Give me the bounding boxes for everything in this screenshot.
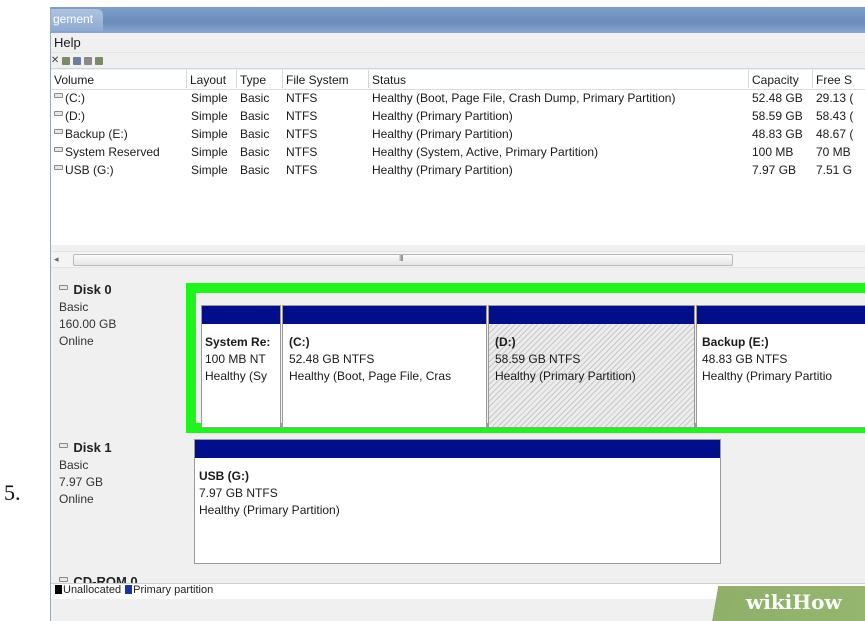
disk-graphical-view: Disk 0 Basic 160.00 GB Online System Re:… [51,269,865,599]
partition-bar [283,306,486,324]
highlight-frame: System Re: 100 MB NT Healthy (Sy (C:) 52… [186,283,865,433]
disk-1-label[interactable]: Disk 1 Basic 7.97 GB Online [59,439,112,508]
table-row[interactable]: (C:) Simple Basic NTFS Healthy (Boot, Pa… [51,90,865,108]
disk-icon [59,285,68,290]
column-header-status[interactable]: Status [369,70,749,88]
menu-help[interactable]: Help [54,35,81,50]
window-title: gement [51,9,104,31]
menu-bar: Help [51,33,865,53]
table-row[interactable]: Backup (E:) Simple Basic NTFS Healthy (P… [51,126,865,144]
partition-system-reserved[interactable]: System Re: 100 MB NT Healthy (Sy [201,305,281,428]
column-header-type[interactable]: Type [237,70,283,88]
scrollbar-thumb[interactable]: III [73,254,733,266]
legend-primary-partition: Primary partition [133,584,214,596]
refresh-icon[interactable] [95,56,103,65]
partition-bar [195,440,720,458]
partition-backup-e[interactable]: Backup (E:) 48.83 GB NTFS Healthy (Prima… [696,305,865,428]
disk-management-window: gement Help ✕ Volume Layout Type File Sy… [50,7,865,621]
column-header-file-system[interactable]: File System [283,70,369,88]
column-header-capacity[interactable]: Capacity [749,70,813,88]
connect-icon[interactable] [84,56,92,65]
partition-bar [697,306,865,324]
partition-d[interactable]: (D:) 58.59 GB NTFS Healthy (Primary Part… [488,305,695,428]
partition-usb-g[interactable]: USB (G:) 7.97 GB NTFS Healthy (Primary P… [194,439,721,564]
cdrom-icon [59,577,68,582]
toolbar: ✕ [51,53,865,69]
volume-list-header: Volume Layout Type File System Status Ca… [51,70,865,90]
partition-bar [489,306,694,324]
table-row[interactable]: USB (G:) Simple Basic NTFS Healthy (Prim… [51,162,865,180]
table-row[interactable]: (D:) Simple Basic NTFS Healthy (Primary … [51,108,865,126]
horizontal-scrollbar[interactable]: ◂ III [51,251,865,268]
close-icon[interactable]: ✕ [51,55,59,66]
title-bar: gement [51,7,865,33]
scroll-left-icon[interactable]: ◂ [54,254,59,265]
properties-icon[interactable] [62,56,70,65]
help-icon[interactable] [73,56,81,65]
column-header-volume[interactable]: Volume [51,70,187,88]
legend-unallocated: Unallocated [63,584,122,596]
disk-0-label[interactable]: Disk 0 Basic 160.00 GB Online [59,281,116,350]
drive-icon [54,165,63,170]
disk-icon [59,443,68,448]
step-number: 5. [4,480,21,505]
partition-c[interactable]: (C:) 52.48 GB NTFS Healthy (Boot, Page F… [282,305,487,428]
volume-list: Volume Layout Type File System Status Ca… [51,70,865,245]
partition-bar [202,306,280,324]
wikihow-watermark: wikiHow [700,586,865,621]
column-header-free-space[interactable]: Free S [813,70,865,88]
drive-icon [54,93,63,98]
scrollbar-grip: III [399,254,404,263]
drive-icon [54,111,63,116]
column-header-layout[interactable]: Layout [187,70,237,88]
unallocated-swatch [55,585,62,594]
drive-icon [54,147,63,152]
drive-icon [54,129,63,134]
primary-partition-swatch [125,585,133,594]
table-row[interactable]: System Reserved Simple Basic NTFS Health… [51,144,865,162]
